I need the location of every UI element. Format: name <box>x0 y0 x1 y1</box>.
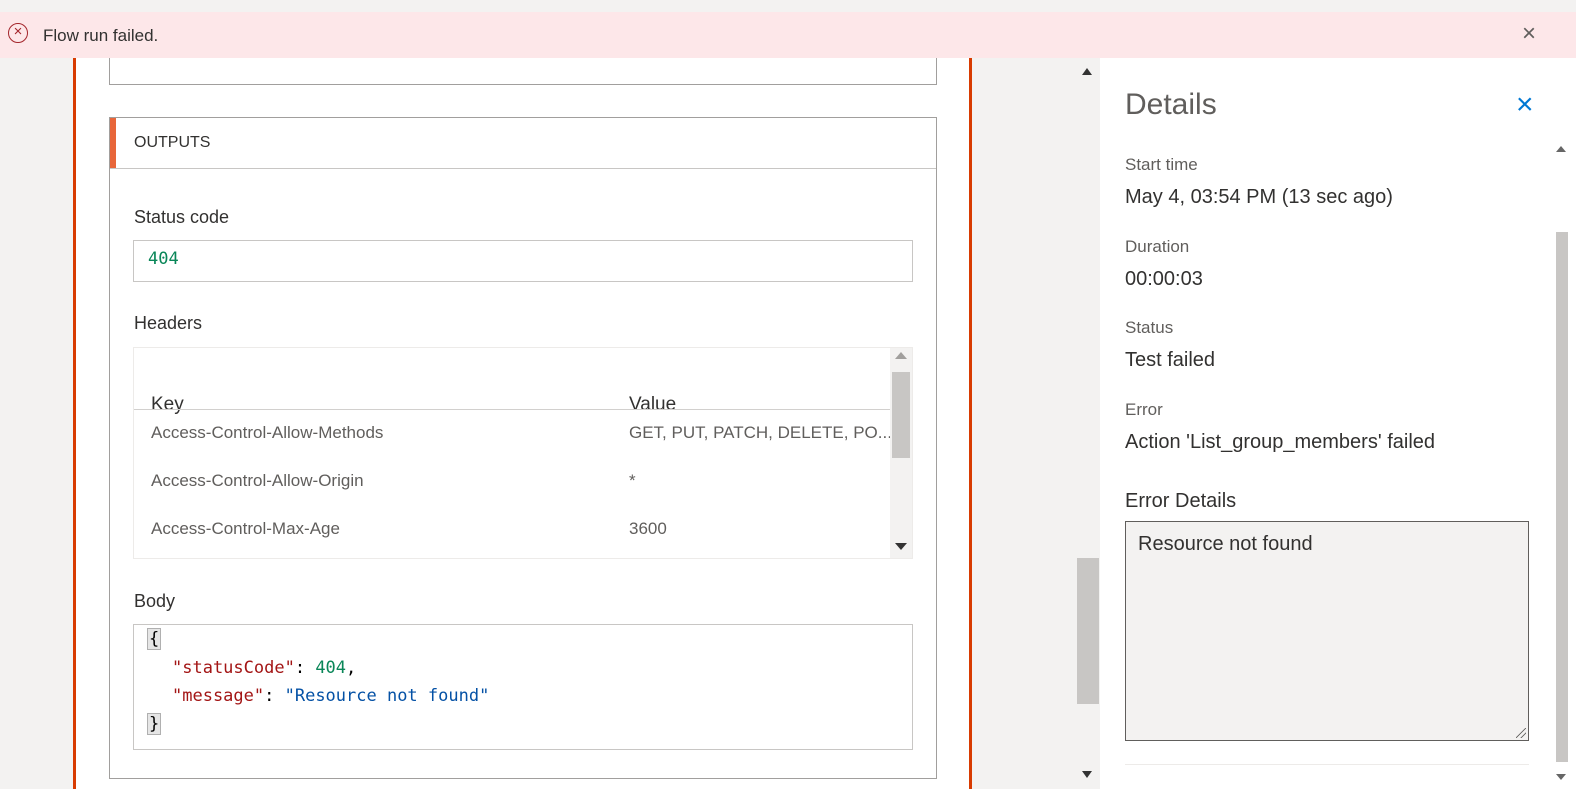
outputs-accent-bar <box>110 118 116 168</box>
header-value: * <box>629 471 636 490</box>
error-label: Error <box>1125 400 1163 419</box>
json-string: "Resource not found" <box>284 686 490 706</box>
status-code-value: 404 <box>148 249 179 269</box>
start-time-label: Start time <box>1125 155 1198 174</box>
scrollbar-thumb[interactable] <box>892 372 910 458</box>
json-line: "message": "Resource not found" <box>172 686 490 706</box>
header-value: GET, PUT, PATCH, DELETE, PO... <box>629 423 892 442</box>
status-value: Test failed <box>1125 349 1216 371</box>
scroll-down-icon[interactable] <box>1556 774 1566 780</box>
details-divider <box>1125 764 1529 765</box>
inputs-section-bottom <box>109 58 937 85</box>
header-key: Access-Control-Allow-Origin <box>151 471 364 490</box>
error-details-text: Resource not found <box>1138 533 1313 555</box>
outputs-header[interactable]: OUTPUTS <box>110 118 936 169</box>
scroll-up-icon[interactable] <box>1082 68 1092 75</box>
json-key: "message" <box>172 686 265 706</box>
scroll-up-icon[interactable] <box>1556 146 1566 152</box>
header-key: Access-Control-Max-Age <box>151 519 340 538</box>
error-details-textarea[interactable]: Resource not found <box>1125 521 1529 741</box>
error-value: Action 'List_group_members' failed <box>1125 431 1436 453</box>
details-panel: Details × Start time May 4, 03:54 PM (13… <box>1100 58 1576 789</box>
error-circle-icon: × <box>8 23 28 43</box>
json-key: "statusCode" <box>172 658 295 678</box>
headers-scrollbar[interactable] <box>890 348 912 558</box>
scrollbar-thumb[interactable] <box>1077 558 1099 704</box>
top-strip <box>0 0 1576 12</box>
headers-label: Headers <box>134 313 203 333</box>
header-key: Access-Control-Allow-Methods <box>151 423 384 442</box>
details-scrollbar[interactable] <box>1554 142 1568 789</box>
scroll-up-icon[interactable] <box>895 352 907 359</box>
status-code-field[interactable]: 404 <box>133 240 913 282</box>
headers-divider <box>134 409 891 410</box>
scroll-down-icon[interactable] <box>1082 771 1092 778</box>
action-card: OUTPUTS Status code 404 Headers Key Valu… <box>73 58 972 789</box>
json-open-brace: { <box>146 628 162 650</box>
outputs-title: OUTPUTS <box>134 134 211 151</box>
main-scrollbar[interactable] <box>1076 58 1100 789</box>
error-banner: × Flow run failed. × <box>0 12 1576 58</box>
json-line: "statusCode": 404, <box>172 658 357 678</box>
headers-column-value: Value <box>629 394 677 415</box>
status-code-label: Status code <box>134 207 230 227</box>
close-details-icon[interactable]: × <box>1516 90 1534 120</box>
duration-value: 00:00:03 <box>1125 268 1203 290</box>
outputs-section: OUTPUTS Status code 404 Headers Key Valu… <box>109 117 937 779</box>
error-details-label: Error Details <box>1125 490 1237 512</box>
body-label: Body <box>134 591 176 611</box>
scrollbar-thumb[interactable] <box>1556 232 1568 762</box>
close-icon[interactable]: × <box>1518 22 1540 46</box>
resize-grip-icon[interactable] <box>1516 728 1526 738</box>
banner-message: Flow run failed. <box>43 26 159 45</box>
status-label: Status <box>1125 318 1174 337</box>
scroll-down-icon[interactable] <box>895 543 907 550</box>
headers-table[interactable]: Key Value Access-Control-Allow-Methods G… <box>133 347 913 559</box>
headers-column-key: Key <box>151 394 184 415</box>
body-json-viewer[interactable]: { "statusCode": 404, "message": "Resourc… <box>133 624 913 750</box>
duration-label: Duration <box>1125 237 1190 256</box>
start-time-value: May 4, 03:54 PM (13 sec ago) <box>1125 186 1393 208</box>
json-number: 404 <box>315 658 347 678</box>
json-close-brace: } <box>146 713 162 735</box>
header-value: 3600 <box>629 519 667 538</box>
details-title: Details <box>1125 88 1217 121</box>
